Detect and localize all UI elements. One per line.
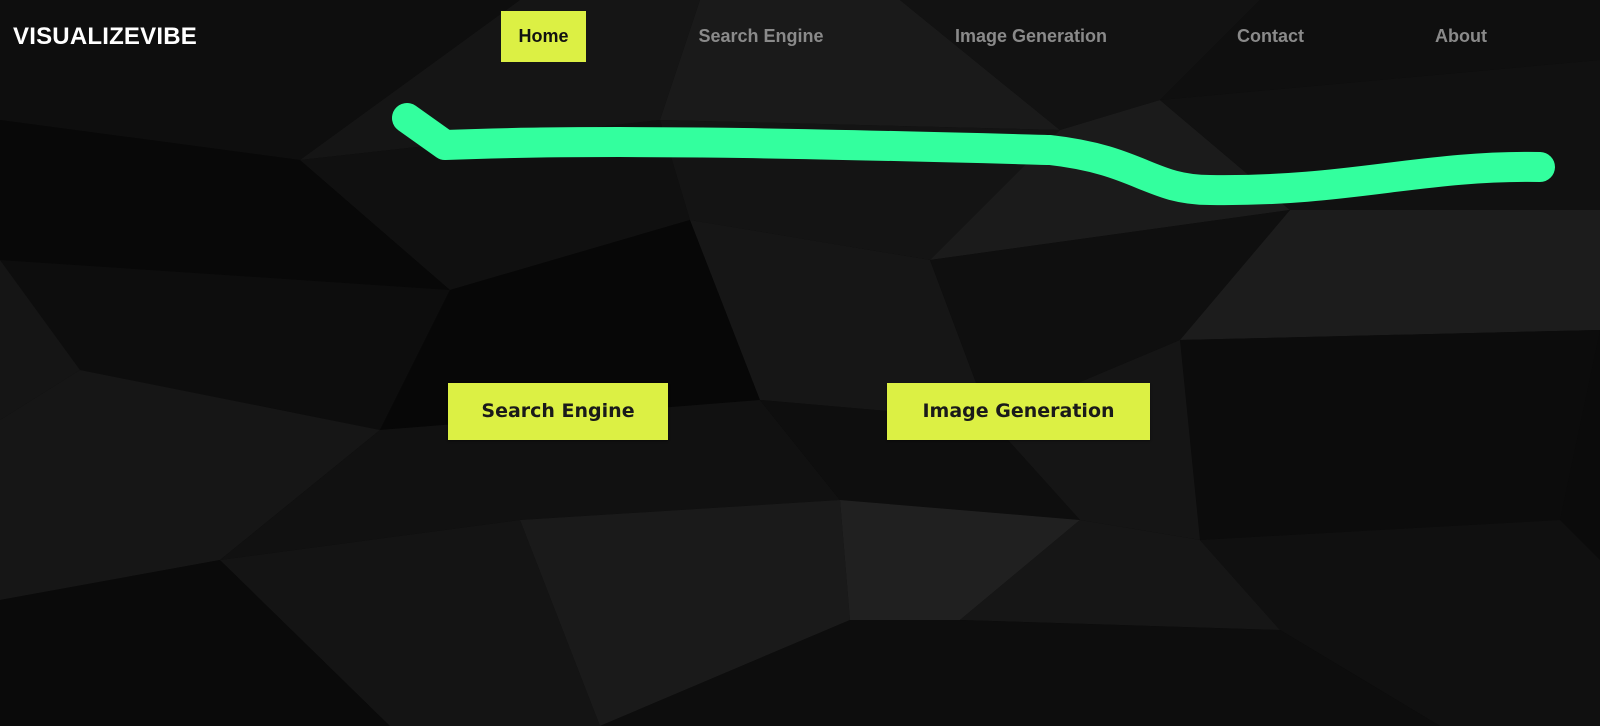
nav-item-contact[interactable]: Contact — [1227, 11, 1314, 62]
nav-item-image-generation[interactable]: Image Generation — [945, 11, 1117, 62]
nav-item-search-engine[interactable]: Search Engine — [688, 11, 834, 62]
nav-item-about[interactable]: About — [1424, 11, 1498, 62]
nav-item-home[interactable]: Home — [501, 11, 586, 62]
polygon-background — [0, 0, 1600, 726]
image-generation-button[interactable]: Image Generation — [887, 383, 1150, 440]
search-engine-button[interactable]: Search Engine — [448, 383, 668, 440]
top-navigation: Home Search Engine Image Generation Cont… — [0, 0, 1600, 72]
